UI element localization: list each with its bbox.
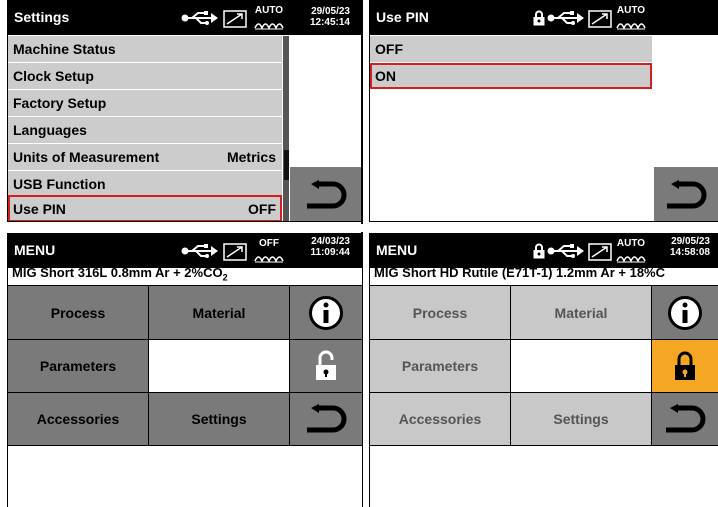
menu-title: MENU	[376, 242, 418, 258]
scrollbar-thumb[interactable]	[284, 150, 289, 180]
menu-panel-locked: MENU AUTO 29/05/23 14:58:08 MIG Short HD…	[370, 233, 718, 507]
auto-label: AUTO	[254, 5, 284, 16]
accessories-button[interactable]: Accessories	[8, 393, 149, 446]
arc-icon	[223, 10, 247, 28]
frame-line	[7, 233, 8, 507]
usb-icon	[181, 244, 218, 258]
back-icon	[307, 404, 347, 433]
usb-icon	[181, 11, 218, 25]
back-button[interactable]	[290, 393, 362, 446]
wave-icon	[254, 23, 284, 30]
frame-line	[369, 0, 370, 222]
settings-button[interactable]: Settings	[149, 393, 290, 446]
back-icon	[666, 404, 706, 433]
frame-line	[369, 221, 718, 222]
empty-slot	[511, 340, 652, 393]
menu-title: MENU	[14, 242, 56, 258]
usb-icon	[547, 244, 584, 258]
time-label: 12:45:14	[309, 17, 350, 28]
back-button[interactable]	[652, 393, 718, 446]
date-label: 29/05/23	[671, 236, 710, 247]
lock-icon	[533, 243, 545, 259]
use-pin-title: Use PIN	[376, 9, 429, 25]
info-button[interactable]	[652, 286, 718, 340]
settings-item-machine-status[interactable]: Machine Status	[8, 36, 282, 63]
settings-item-factory-setup[interactable]: Factory Setup	[8, 90, 282, 117]
settings-item-clock-setup[interactable]: Clock Setup	[8, 63, 282, 90]
menu-title-bar: MENU OFF 24/03/23 11:09:44	[8, 233, 362, 268]
menu-datetime: 24/03/23 11:09:44	[300, 236, 350, 258]
arc-icon	[223, 243, 247, 261]
process-button[interactable]: Process	[370, 286, 511, 340]
menu-title-bar: MENU AUTO 29/05/23 14:58:08	[370, 233, 718, 268]
pin-option-on[interactable]: ON	[370, 63, 652, 89]
time-label: 14:58:08	[669, 247, 710, 258]
settings-item-usb-function[interactable]: USB Function	[8, 171, 282, 198]
lock-icon	[533, 10, 545, 26]
date-label: 29/05/23	[311, 6, 350, 17]
wave-icon	[616, 256, 646, 263]
mode-label: OFF	[259, 238, 279, 249]
lock-button[interactable]	[652, 340, 718, 393]
lock-button[interactable]	[290, 340, 362, 393]
back-icon	[307, 179, 347, 208]
wave-icon	[254, 256, 284, 263]
process-summary: MIG Short HD Rutile (E71T-1) 1.2mm Ar + …	[374, 265, 666, 280]
arc-icon	[588, 10, 612, 28]
units-value: Metrics	[226, 149, 276, 165]
settings-button[interactable]: Settings	[511, 393, 652, 446]
arc-icon	[588, 243, 612, 261]
settings-item-use-pin[interactable]: Use PIN OFF	[8, 195, 282, 222]
use-pin-title-bar: Use PIN AUTO	[370, 0, 718, 35]
menu-datetime: 29/05/23 14:58:08	[660, 236, 710, 258]
material-button[interactable]: Material	[511, 286, 652, 340]
settings-item-languages[interactable]: Languages	[8, 117, 282, 144]
back-button[interactable]	[290, 167, 362, 222]
menu-panel-unlocked: MENU OFF 24/03/23 11:09:44 MIG Short 316…	[8, 233, 362, 507]
process-summary: MIG Short 316L 0.8mm Ar + 2%CO2	[12, 265, 228, 283]
empty-slot	[149, 340, 290, 393]
settings-item-units[interactable]: Units of Measurement Metrics	[8, 144, 282, 171]
settings-panel: Settings AUTO 29/05/23 12:45:14 Machine …	[8, 0, 362, 222]
process-button[interactable]: Process	[8, 286, 149, 340]
frame-line	[369, 233, 370, 507]
frame-line	[7, 221, 362, 222]
frame-line	[7, 0, 8, 222]
parameters-button[interactable]: Parameters	[8, 340, 149, 393]
accessories-button[interactable]: Accessories	[370, 393, 511, 446]
panel-separator	[0, 224, 718, 232]
pin-option-off[interactable]: OFF	[370, 36, 652, 63]
use-pin-value: OFF	[248, 200, 276, 217]
material-button[interactable]: Material	[149, 286, 290, 340]
info-icon	[309, 295, 343, 330]
lock-icon	[675, 351, 695, 380]
back-button[interactable]	[654, 167, 718, 222]
settings-datetime: 29/05/23 12:45:14	[300, 6, 350, 28]
usb-icon	[547, 11, 584, 25]
use-pin-panel: Use PIN AUTO OFF ON	[370, 0, 718, 222]
unlock-icon	[316, 350, 336, 380]
auto-label: AUTO	[616, 5, 646, 16]
scrollbar-track[interactable]	[283, 36, 289, 222]
info-icon	[668, 295, 702, 330]
back-icon	[667, 179, 707, 208]
mode-label: AUTO	[616, 238, 646, 249]
settings-title-bar: Settings AUTO 29/05/23 12:45:14	[8, 0, 362, 35]
date-label: 24/03/23	[311, 236, 350, 247]
parameters-button[interactable]: Parameters	[370, 340, 511, 393]
info-button[interactable]	[290, 286, 362, 340]
settings-title: Settings	[14, 9, 70, 25]
wave-icon	[616, 23, 646, 30]
time-label: 11:09:44	[310, 247, 350, 258]
